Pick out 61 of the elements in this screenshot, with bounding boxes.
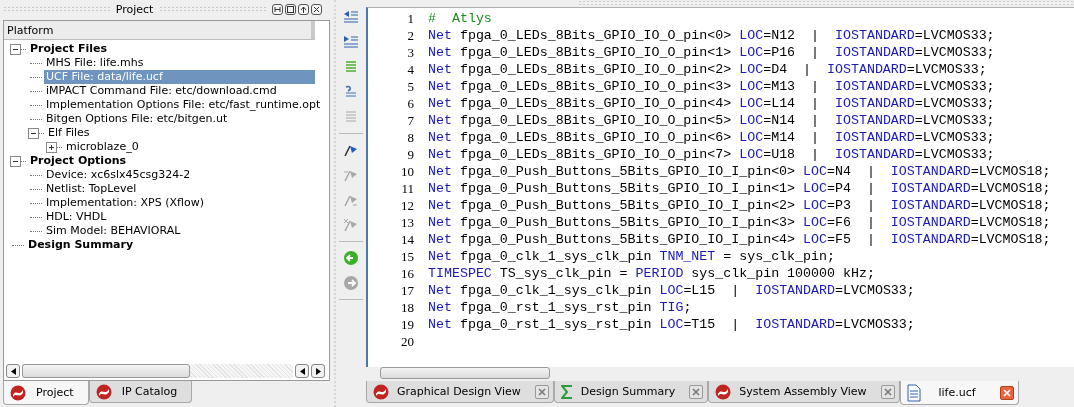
code-line: Net fpga_0_Push_Buttons_5Bits_GPIO_IO_I_pin<0> LOC=N4 | IOSTANDARD=LVCMOS18; xyxy=(428,163,1051,180)
editor-tab[interactable]: System Assembly View xyxy=(708,381,900,403)
code-line: Net fpga_0_LEDs_8Bits_GPIO_IO_O_pin<5> LOC=N14 | IOSTANDARD=LVCMOS33; xyxy=(428,112,995,129)
line-number: 15 xyxy=(400,248,414,265)
editor-tab[interactable]: Graphical Design View xyxy=(366,381,554,403)
line-number: 2 xyxy=(406,27,414,44)
code-line: Net fpga_0_LEDs_8Bits_GPIO_IO_O_pin<6> LOC=M14 | IOSTANDARD=LVCMOS33; xyxy=(428,129,995,146)
code-line: Net fpga_0_rst_1_sys_rst_pin LOC=T15 | IOSTANDARD=LVCMOS33; xyxy=(428,316,915,333)
line-number: 6 xyxy=(406,95,414,112)
line-number: 11 xyxy=(400,180,414,197)
tree-item[interactable]: Implementation: XPS (Xflow) xyxy=(44,196,206,210)
code-line: # Atlys xyxy=(428,10,492,27)
line-number: 4 xyxy=(406,61,414,78)
code-line: Net fpga_0_LEDs_8Bits_GPIO_IO_O_pin<2> LOC=D4 | IOSTANDARD=LVCMOS33; xyxy=(428,61,987,78)
panel-tab[interactable]: Project xyxy=(3,381,89,405)
line-number: 18 xyxy=(400,299,414,316)
editor-tab[interactable]: Design Summary xyxy=(553,381,709,403)
line-number: 1 xyxy=(406,10,414,27)
line-number: 12 xyxy=(400,197,414,214)
tree-item[interactable]: Elf Files xyxy=(46,126,92,140)
panel-title: Project xyxy=(115,2,154,16)
code-line: Net fpga_0_LEDs_8Bits_GPIO_IO_O_pin<7> LOC=U18 | IOSTANDARD=LVCMOS33; xyxy=(428,146,995,163)
column-header[interactable]: Platform xyxy=(4,21,315,40)
tree-item[interactable]: Device: xc6slx45csg324-2 xyxy=(44,168,193,182)
code-line: Net fpga_0_Push_Buttons_5Bits_GPIO_IO_I_pin<2> LOC=P3 | IOSTANDARD=LVCMOS18; xyxy=(428,197,1051,214)
line-number: 5 xyxy=(406,78,414,95)
line-number: 13 xyxy=(400,214,414,231)
tree-item[interactable]: Design Summary xyxy=(26,238,136,252)
code-line: Net fpga_0_Push_Buttons_5Bits_GPIO_IO_I_pin<1> LOC=P4 | IOSTANDARD=LVCMOS18; xyxy=(428,180,1051,197)
line-number: 7 xyxy=(406,112,414,129)
tree-item[interactable]: Netlist: TopLevel xyxy=(44,182,139,196)
code-line: Net fpga_0_Push_Buttons_5Bits_GPIO_IO_I_pin<4> LOC=F5 | IOSTANDARD=LVCMOS18; xyxy=(428,231,1051,248)
code-line: Net fpga_0_clk_1_sys_clk_pin TNM_NET = sys_clk_pin; xyxy=(428,248,835,265)
line-number: 20 xyxy=(400,333,414,350)
line-number: 8 xyxy=(406,129,414,146)
editor-tab[interactable]: life.ucf xyxy=(899,381,1019,405)
tree-item[interactable]: microblaze_0 xyxy=(64,140,141,154)
code-line: Net fpga_0_LEDs_8Bits_GPIO_IO_O_pin<3> LOC=M13 | IOSTANDARD=LVCMOS33; xyxy=(428,78,995,95)
line-number: 14 xyxy=(400,231,414,248)
code-line: Net fpga_0_LEDs_8Bits_GPIO_IO_O_pin<4> LOC=L14 | IOSTANDARD=LVCMOS33; xyxy=(428,95,995,112)
panel-tab[interactable]: IP Catalog xyxy=(88,381,193,403)
line-number: 9 xyxy=(406,146,414,163)
tree-item[interactable]: HDL: VHDL xyxy=(44,210,109,224)
code-line: Net fpga_0_clk_1_sys_clk_pin LOC=L15 | IOSTANDARD=LVCMOS33; xyxy=(428,282,915,299)
tree-item[interactable]: Project Files xyxy=(28,42,109,56)
code-line: Net fpga_0_LEDs_8Bits_GPIO_IO_O_pin<0> LOC=N12 | IOSTANDARD=LVCMOS33; xyxy=(428,27,995,44)
tree-item[interactable]: MHS File: life.mhs xyxy=(44,56,146,70)
line-number: 17 xyxy=(400,282,414,299)
tree-item[interactable]: Implementation Options File: etc/fast_runtime.opt xyxy=(44,98,323,112)
line-number: 19 xyxy=(400,316,414,333)
tree-item[interactable]: iMPACT Command File: etc/download.cmd xyxy=(44,84,279,98)
code-line: Net fpga_0_LEDs_8Bits_GPIO_IO_O_pin<1> LOC=P16 | IOSTANDARD=LVCMOS33; xyxy=(428,44,995,61)
code-line: Net fpga_0_rst_1_sys_rst_pin TIG; xyxy=(428,299,692,316)
code-line: Net fpga_0_Push_Buttons_5Bits_GPIO_IO_I_pin<3> LOC=F6 | IOSTANDARD=LVCMOS18; xyxy=(428,214,1051,231)
line-number: 16 xyxy=(400,265,414,282)
line-number: 3 xyxy=(406,44,414,61)
code-line: TIMESPEC TS_sys_clk_pin = PERIOD sys_clk_pin 100000 kHz; xyxy=(428,265,875,282)
line-number: 10 xyxy=(400,163,414,180)
tree-item[interactable]: Project Options xyxy=(28,154,129,168)
tree-item[interactable]: Bitgen Options File: etc/bitgen.ut xyxy=(44,112,230,126)
tree-item[interactable]: Sim Model: BEHAVIORAL xyxy=(44,224,183,238)
